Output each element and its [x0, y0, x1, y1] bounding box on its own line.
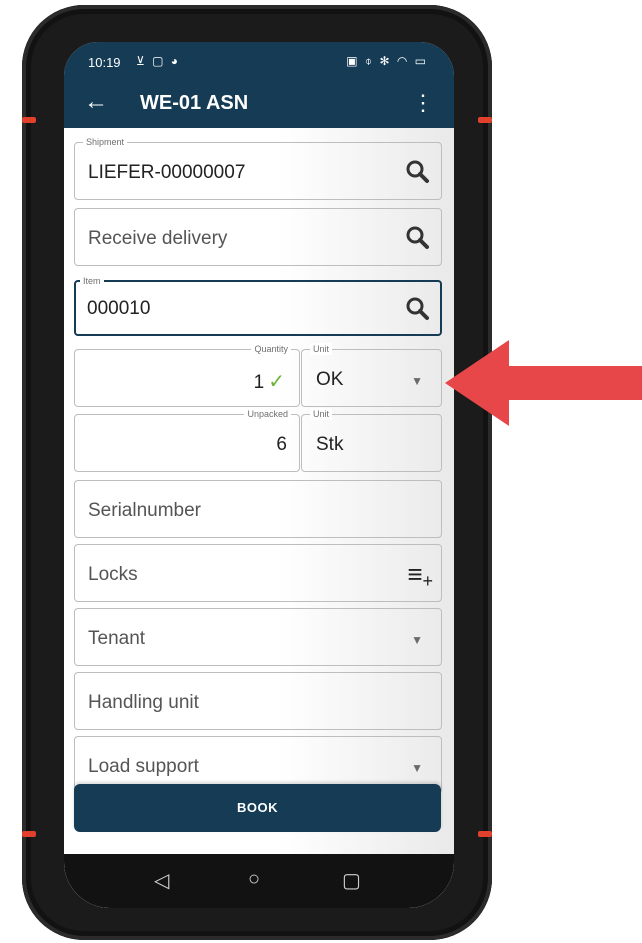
- unpacked-unit-field: Unit Stk: [301, 408, 442, 472]
- unpacked-value: 6: [276, 434, 287, 455]
- nav-recents-icon[interactable]: ▢: [342, 868, 361, 893]
- search-icon[interactable]: [405, 225, 431, 251]
- tenant-placeholder: Tenant: [88, 628, 146, 649]
- quantity-field[interactable]: Quantity 1 ✓: [74, 343, 300, 407]
- frame-accent: [22, 831, 36, 837]
- status-system-icons: ▣ ⌽ ✻ ◠ ▭: [346, 54, 428, 68]
- quantity-value-wrap: 1 ✓: [254, 369, 285, 394]
- locks-placeholder: Locks: [88, 564, 138, 585]
- book-button[interactable]: BOOK: [74, 784, 441, 832]
- frame-accent: [22, 117, 36, 123]
- nav-home-icon[interactable]: ○: [248, 868, 260, 891]
- status-notification-icons: ⊻ ▢ ◕: [136, 54, 181, 68]
- frame-accent: [478, 117, 492, 123]
- more-vert-icon[interactable]: ⋮: [412, 91, 434, 115]
- shipment-label: Shipment: [83, 136, 128, 148]
- page-title: WE-01 ASN: [140, 92, 249, 114]
- unpacked-field: Unpacked 6: [74, 408, 300, 472]
- phone-screen: 10:19 ⊻ ▢ ◕ ▣ ⌽ ✻ ◠ ▭ ← WE-01 ASN ⋮ Ship…: [64, 42, 454, 908]
- unpacked-unit-label: Unit: [310, 408, 333, 420]
- tenant-select[interactable]: Tenant ▼: [74, 608, 442, 666]
- nav-back-icon[interactable]: ◁: [154, 868, 169, 893]
- quantity-label: Quantity: [251, 343, 291, 355]
- receive-delivery-placeholder: Receive delivery: [88, 228, 228, 249]
- item-field[interactable]: Item 000010: [74, 275, 442, 336]
- dropdown-arrow-icon[interactable]: ▼: [411, 633, 423, 647]
- android-nav-bar: ◁ ○ ▢: [64, 854, 454, 908]
- back-arrow-icon[interactable]: ←: [84, 88, 108, 116]
- search-icon[interactable]: [405, 296, 431, 322]
- shipment-value: LIEFER-00000007: [88, 162, 246, 183]
- status-time: 10:19: [88, 55, 121, 70]
- dropdown-arrow-icon[interactable]: ▼: [411, 761, 423, 775]
- quantity-unit-label: Unit: [310, 343, 333, 355]
- playlist-add-icon[interactable]: ≡+: [407, 561, 433, 594]
- quantity-unit-select[interactable]: Unit OK ▼: [301, 343, 442, 407]
- load-support-placeholder: Load support: [88, 756, 199, 777]
- handling-unit-field[interactable]: Handling unit: [74, 672, 442, 730]
- receive-delivery-field[interactable]: Receive delivery: [74, 208, 442, 266]
- app-bar: ← WE-01 ASN ⋮: [64, 78, 454, 128]
- quantity-value: 1: [253, 372, 265, 393]
- status-bar: 10:19 ⊻ ▢ ◕ ▣ ⌽ ✻ ◠ ▭: [64, 42, 454, 78]
- check-icon: ✓: [268, 371, 285, 393]
- serialnumber-placeholder: Serialnumber: [88, 500, 201, 521]
- item-label: Item: [80, 275, 104, 287]
- item-value: 000010: [87, 298, 151, 319]
- red-arrow-icon: [445, 340, 642, 426]
- search-icon[interactable]: [405, 159, 431, 185]
- serialnumber-field[interactable]: Serialnumber: [74, 480, 442, 538]
- form-content: Shipment LIEFER-00000007 Receive deliver…: [64, 128, 454, 908]
- locks-field[interactable]: Locks ≡+: [74, 544, 442, 602]
- handling-unit-placeholder: Handling unit: [88, 692, 199, 713]
- quantity-unit-value: OK: [316, 369, 344, 390]
- frame-accent: [478, 831, 492, 837]
- unpacked-unit-value: Stk: [316, 434, 344, 455]
- dropdown-arrow-icon[interactable]: ▼: [411, 374, 423, 388]
- shipment-field[interactable]: Shipment LIEFER-00000007: [74, 136, 442, 200]
- unpacked-label: Unpacked: [244, 408, 291, 420]
